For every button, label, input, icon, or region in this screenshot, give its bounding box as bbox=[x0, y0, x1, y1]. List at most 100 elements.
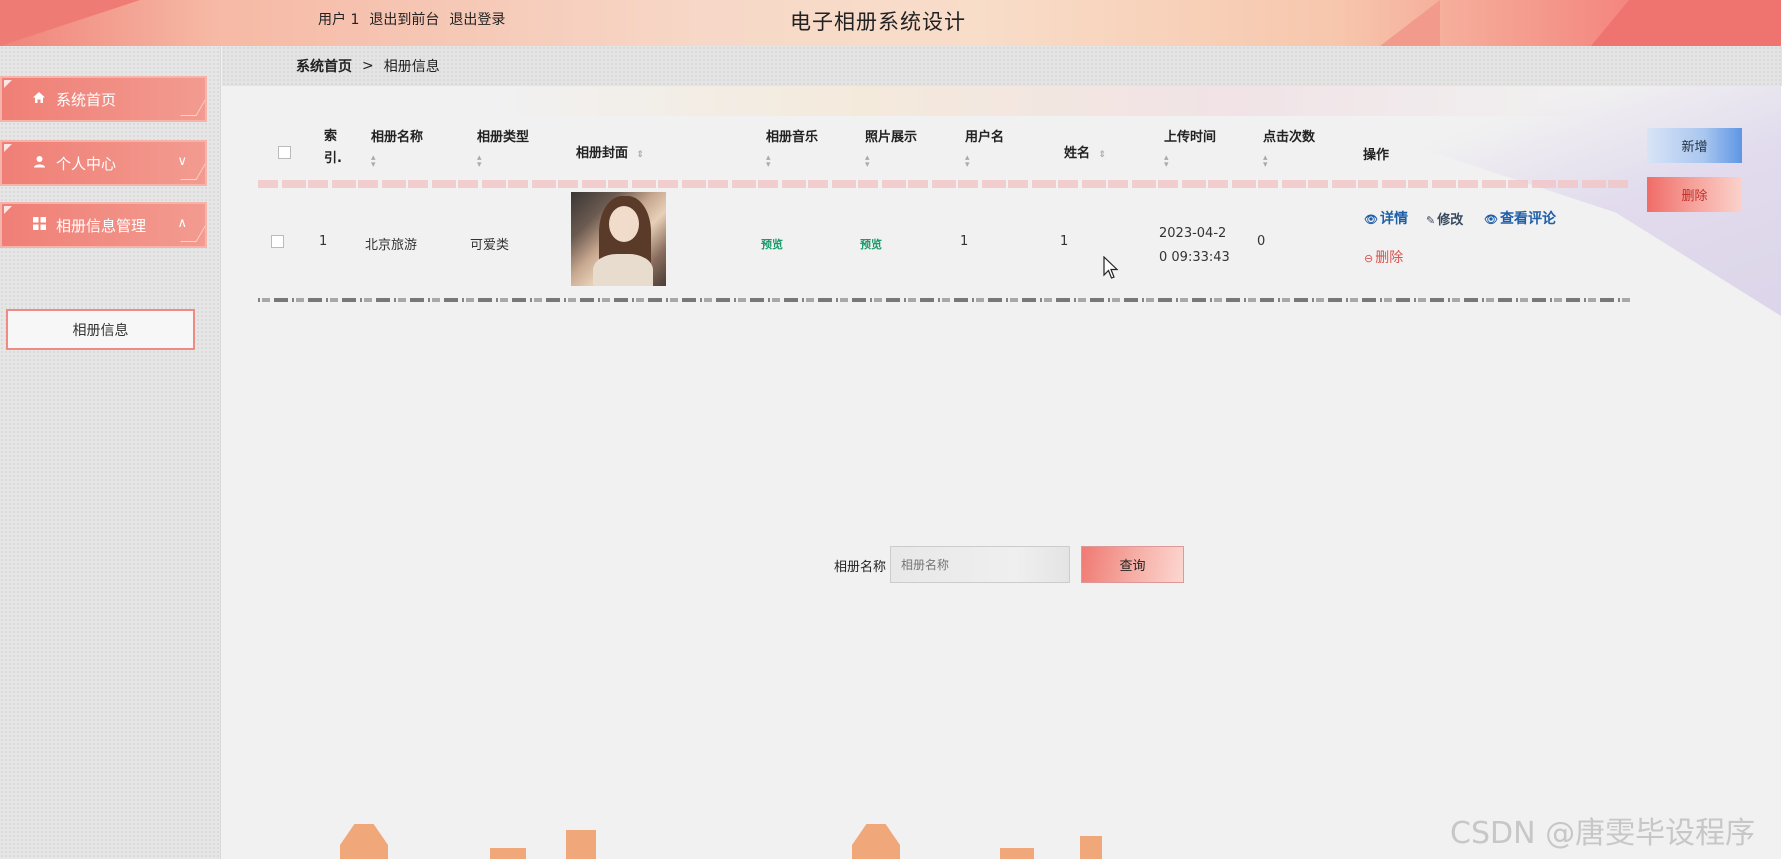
select-all-checkbox[interactable] bbox=[278, 146, 291, 163]
edit-label: 修改 bbox=[1437, 213, 1464, 228]
row-delete-label: 删除 bbox=[1375, 250, 1404, 266]
corner-decoration bbox=[4, 206, 12, 214]
sort-icon[interactable]: ▴ ▾ bbox=[965, 154, 1004, 170]
sidebar-item-home[interactable]: 系统首页 bbox=[0, 76, 207, 122]
checkbox[interactable] bbox=[278, 146, 291, 159]
background-decoration bbox=[340, 824, 388, 859]
column-label: 用户名 bbox=[965, 130, 1005, 145]
album-name-search-input[interactable] bbox=[890, 546, 1070, 583]
column-label: 上传时间 bbox=[1164, 130, 1217, 145]
column-label: 相册类型 bbox=[477, 130, 530, 145]
sort-icon[interactable]: ⇕ bbox=[637, 150, 645, 160]
submenu-item-album-info[interactable]: 相册信息 bbox=[6, 309, 195, 350]
search-button[interactable]: 查询 bbox=[1081, 546, 1184, 583]
header-decoration-mid bbox=[1380, 0, 1440, 46]
background-decoration bbox=[1000, 848, 1034, 859]
column-label: 相册封面 bbox=[576, 146, 629, 161]
minus-circle-icon: ⊖ bbox=[1364, 252, 1374, 265]
sort-icon[interactable]: ▴ ▾ bbox=[477, 154, 529, 170]
sort-icon[interactable]: ▴ ▾ bbox=[766, 154, 818, 170]
checkbox[interactable] bbox=[271, 235, 284, 248]
batch-delete-button[interactable]: 删除 bbox=[1647, 177, 1742, 212]
column-header-name[interactable]: 姓名 ⇕ bbox=[1064, 142, 1106, 161]
view-comments-button[interactable]: 👁 查看评论 bbox=[1484, 208, 1556, 228]
table-row: 1 北京旅游 可爱类 预览 预览 1 1 2023-04-2 0 09:33:4… bbox=[258, 192, 1630, 296]
corner-decoration bbox=[180, 100, 206, 116]
breadcrumb-current: 相册信息 bbox=[383, 59, 440, 75]
background-decoration bbox=[852, 824, 900, 859]
column-label: 相册音乐 bbox=[766, 130, 819, 145]
cell-album-name: 北京旅游 bbox=[365, 238, 418, 253]
watermark: CSDN @唐雯毕设程序 bbox=[1450, 816, 1756, 851]
header-user-links: 用户 1 退出到前台 退出登录 bbox=[318, 9, 505, 29]
background-decoration bbox=[490, 848, 526, 859]
detail-button[interactable]: 👁 详情 bbox=[1364, 208, 1408, 228]
column-header-cover[interactable]: 相册封面 ⇕ bbox=[576, 142, 644, 161]
album-table: 索 引. 相册名称 ▴ ▾ 相册类型 ▴ ▾ 相册封面 ⇕ 相册音乐 ▴ ▾ 照片展示… bbox=[258, 118, 1630, 302]
sort-icon[interactable]: ⇕ bbox=[1099, 150, 1107, 160]
sidebar-item-album-management[interactable]: 相册信息管理 ∧ bbox=[0, 202, 207, 248]
column-label: 点击次数 bbox=[1263, 130, 1316, 145]
column-header-clicks[interactable]: 点击次数 ▴ ▾ bbox=[1263, 126, 1316, 170]
edit-button[interactable]: ✎ 修改 bbox=[1426, 209, 1463, 228]
cell-name: 1 bbox=[1060, 234, 1069, 249]
sort-icon[interactable]: ▴ ▾ bbox=[1263, 154, 1315, 170]
current-user-label: 用户 1 bbox=[318, 12, 360, 28]
column-header-photos[interactable]: 照片展示 ▴ ▾ bbox=[865, 126, 918, 170]
upload-time-line: 0 09:33:43 bbox=[1159, 250, 1230, 265]
corner-decoration bbox=[4, 144, 12, 152]
chevron-down-icon: ∨ bbox=[177, 154, 187, 169]
sidebar-item-label: 系统首页 bbox=[56, 90, 117, 109]
cell-upload-time: 2023-04-2 0 09:33:43 bbox=[1159, 222, 1230, 270]
sort-icon[interactable]: ▴ ▾ bbox=[865, 154, 917, 170]
sidebar: 系统首页 个人中心 ∨ 相册信息管理 ∧ 相册信息 bbox=[0, 46, 221, 859]
row-delete-button[interactable]: ⊖ 删除 bbox=[1364, 247, 1403, 267]
header-bar: 用户 1 退出到前台 退出登录 电子相册系统设计 bbox=[0, 0, 1781, 46]
breadcrumb-separator: > bbox=[362, 58, 374, 74]
column-header-music[interactable]: 相册音乐 ▴ ▾ bbox=[766, 126, 819, 170]
table-header: 索 引. 相册名称 ▴ ▾ 相册类型 ▴ ▾ 相册封面 ⇕ 相册音乐 ▴ ▾ 照片展示… bbox=[258, 118, 1630, 182]
cover-photo-shape bbox=[609, 206, 639, 242]
cell-clicks: 0 bbox=[1257, 234, 1266, 249]
column-label: 照片展示 bbox=[865, 130, 918, 145]
corner-decoration bbox=[4, 80, 12, 88]
background-decoration bbox=[1080, 836, 1102, 859]
column-header-upload-time[interactable]: 上传时间 ▴ ▾ bbox=[1164, 126, 1217, 170]
add-button[interactable]: 新增 bbox=[1647, 128, 1742, 163]
app-title: 电子相册系统设计 bbox=[790, 10, 966, 34]
column-header-index: 索 引. bbox=[324, 129, 342, 166]
photos-preview-link[interactable]: 预览 bbox=[860, 236, 882, 252]
row-checkbox[interactable] bbox=[271, 235, 284, 252]
pencil-icon: ✎ bbox=[1426, 214, 1436, 227]
album-cover-image[interactable] bbox=[571, 192, 666, 286]
cell-index: 1 bbox=[319, 234, 328, 249]
column-header-album-type[interactable]: 相册类型 ▴ ▾ bbox=[477, 126, 530, 170]
search-label: 相册名称 bbox=[834, 560, 887, 575]
music-preview-link[interactable]: 预览 bbox=[761, 236, 783, 252]
mouse-cursor-icon bbox=[1103, 256, 1119, 279]
sort-icon[interactable]: ▴ ▾ bbox=[1164, 154, 1216, 170]
eye-icon: 👁 bbox=[1484, 213, 1498, 226]
header-decoration-left bbox=[0, 0, 140, 46]
column-label: 相册名称 bbox=[371, 130, 424, 145]
cell-album-type: 可爱类 bbox=[470, 238, 510, 253]
breadcrumb-home-link[interactable]: 系统首页 bbox=[296, 56, 352, 76]
breadcrumb: 系统首页 > 相册信息 bbox=[222, 46, 1782, 86]
row-divider bbox=[258, 298, 1630, 302]
sidebar-item-label: 个人中心 bbox=[56, 154, 117, 173]
grid-icon bbox=[30, 216, 48, 234]
sidebar-item-personal-center[interactable]: 个人中心 ∨ bbox=[0, 140, 207, 186]
logout-link[interactable]: 退出登录 bbox=[449, 9, 505, 29]
column-header-username[interactable]: 用户名 ▴ ▾ bbox=[965, 126, 1005, 170]
user-icon bbox=[30, 155, 48, 172]
submenu-item-label: 相册信息 bbox=[72, 322, 129, 339]
column-header-album-name[interactable]: 相册名称 ▴ ▾ bbox=[371, 126, 424, 170]
sidebar-item-label: 相册信息管理 bbox=[56, 216, 147, 235]
sort-icon[interactable]: ▴ ▾ bbox=[371, 154, 423, 170]
back-to-front-link[interactable]: 退出到前台 bbox=[369, 9, 439, 29]
right-edge bbox=[1781, 0, 1791, 859]
eye-icon: 👁 bbox=[1364, 213, 1378, 226]
home-icon bbox=[30, 91, 48, 108]
detail-label: 详情 bbox=[1379, 211, 1408, 227]
cell-username: 1 bbox=[960, 234, 969, 249]
